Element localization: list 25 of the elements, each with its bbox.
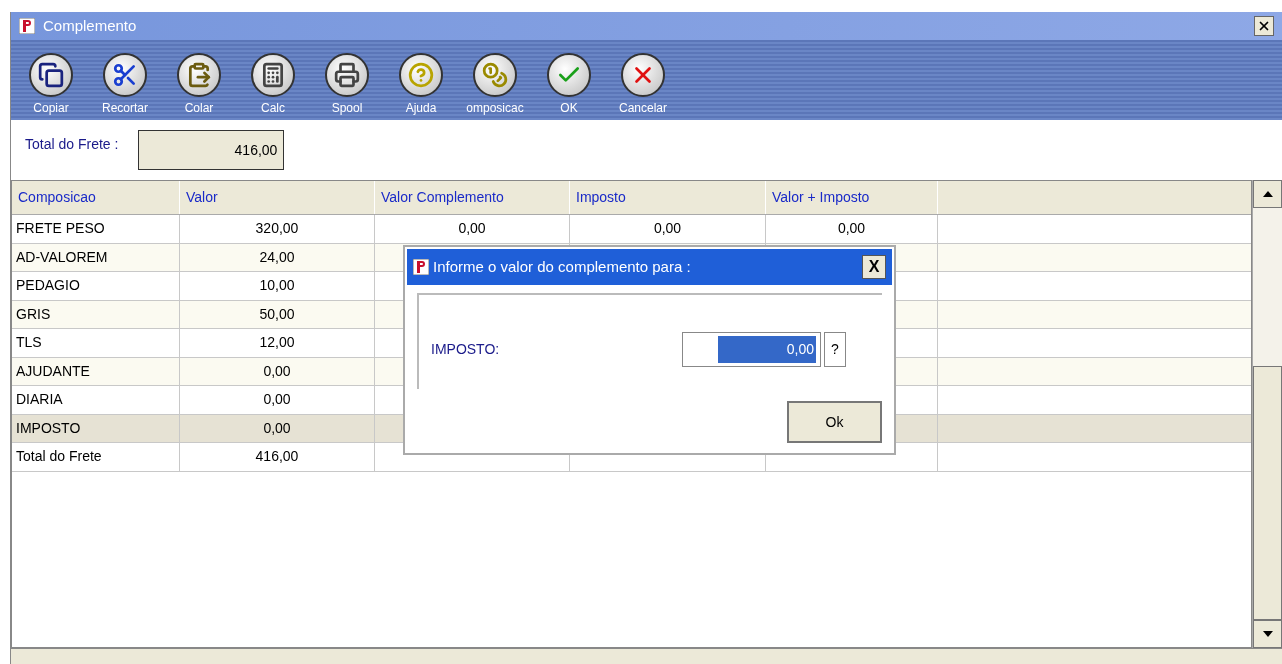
table-cell-text: PEDAGIO — [16, 276, 80, 296]
field-label: IMPOSTO: — [431, 339, 501, 359]
table-cell-text: Total do Frete — [16, 447, 102, 467]
table-cell-text: 320,00 — [255, 219, 299, 239]
table-cell-text: FRETE PESO — [16, 219, 105, 239]
table-cell-text: AD-VALOREM — [16, 247, 108, 267]
total-label: Total do Frete : — [25, 135, 119, 154]
table-cell-text: TLS — [16, 333, 42, 353]
table-cell-text: AJUDANTE — [16, 361, 90, 381]
table-cell-text: 50,00 — [259, 304, 295, 324]
table-cell-text: 0,00 — [263, 418, 291, 438]
table-cell-text: 0,00 — [837, 219, 866, 239]
table-cell-text: 0,00 — [263, 390, 291, 410]
dialog-title: Informe o valor do complemento para : — [433, 256, 692, 277]
table-cell-text: 10,00 — [259, 276, 295, 296]
table-cell-text: DIARIA — [16, 390, 63, 410]
table-cell-text: 0,00 — [263, 361, 291, 381]
table-cell-text: 0,00 — [458, 219, 486, 239]
table-cell-text: IMPOSTO — [16, 418, 81, 438]
table-cell-text: 0,00 — [653, 219, 682, 239]
table-cell-text: 416,00 — [255, 447, 299, 467]
table-cell-text: GRIS — [16, 304, 51, 324]
window-title: Complemento — [43, 15, 138, 36]
table-cell-text: 12,00 — [259, 333, 295, 353]
table-cell-text: 24,00 — [259, 247, 295, 267]
